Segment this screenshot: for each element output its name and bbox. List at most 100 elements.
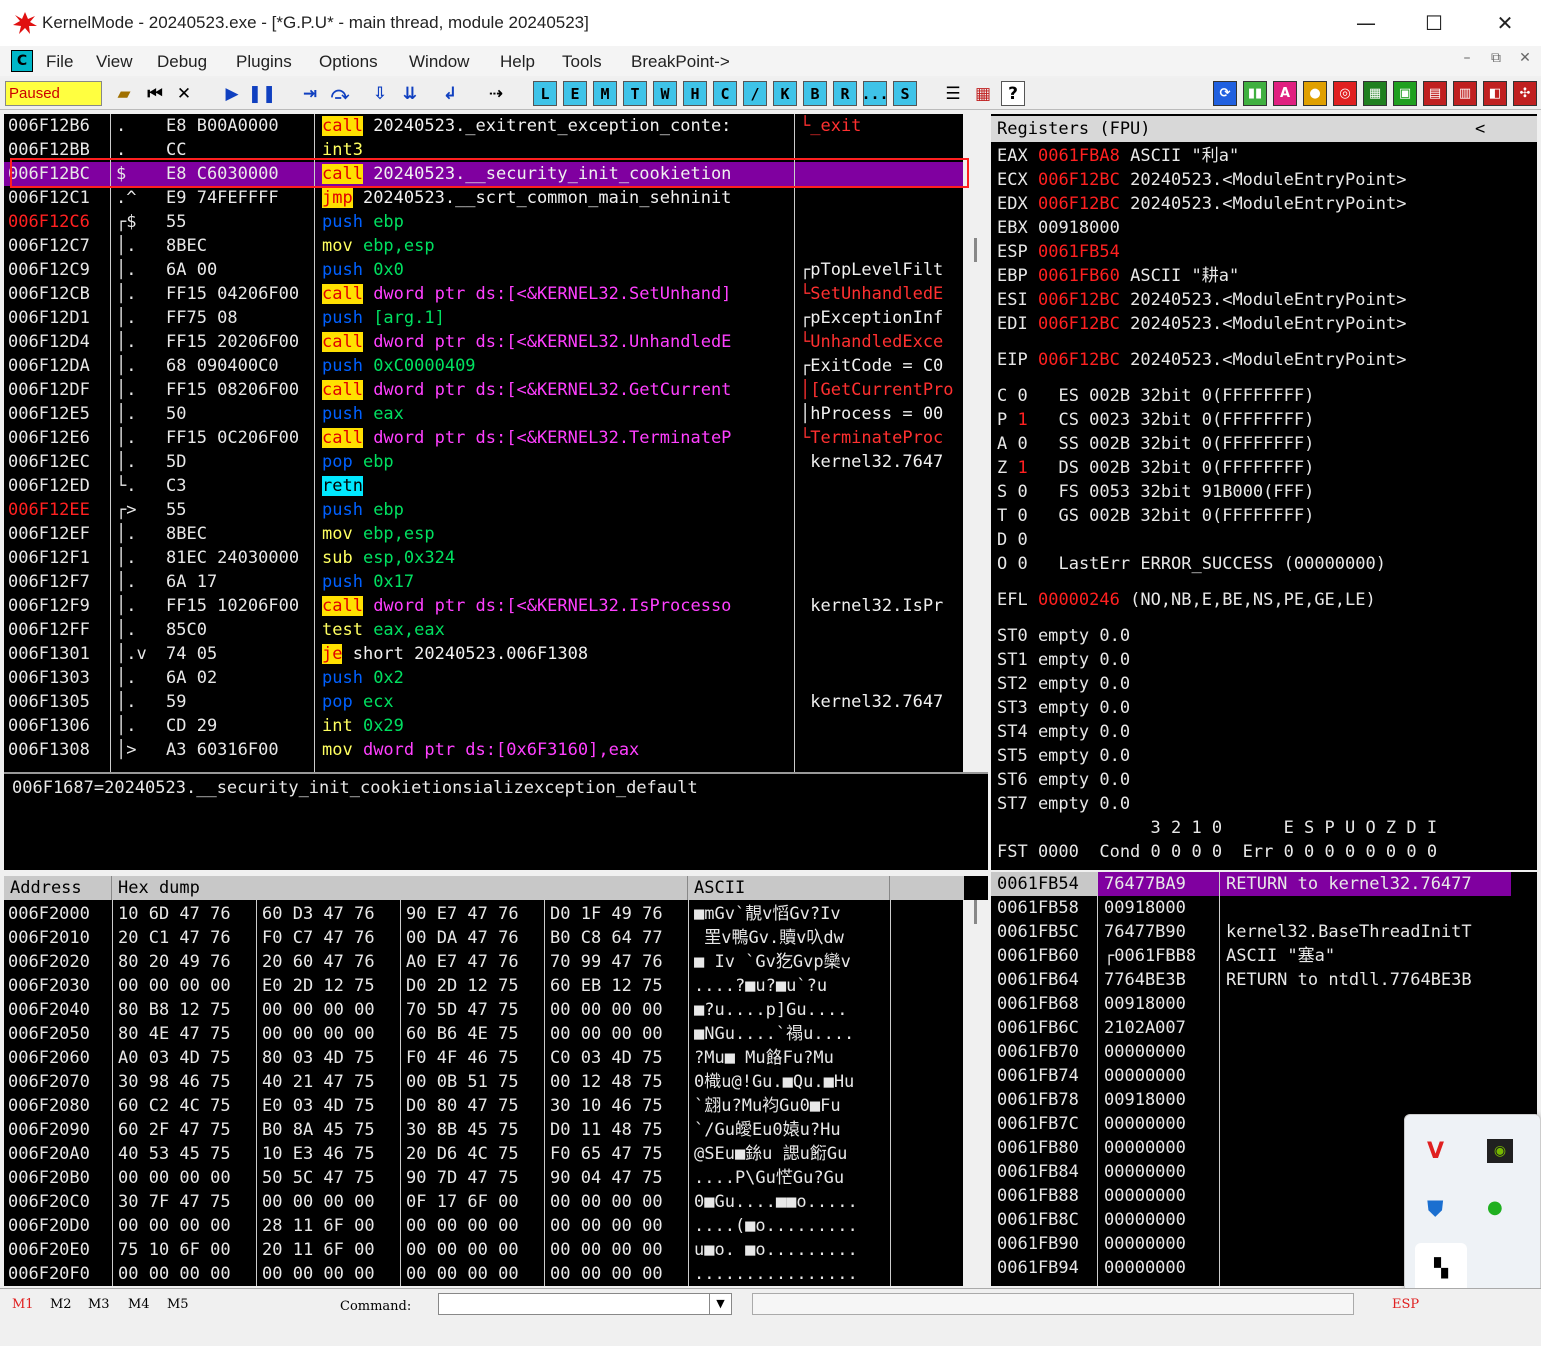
dump-row[interactable]: 006F2060 A0 03 4D 75 80 03 4D 75 F0 4F 46 7…	[4, 1046, 963, 1070]
register-row[interactable]: EDI 006F12BC 20240523.<ModuleEntryPoint>	[997, 312, 1406, 336]
cpu-window-button[interactable]: C	[713, 81, 737, 106]
register-row[interactable]: EAX 0061FBA8 ASCII "利a"	[997, 144, 1239, 168]
close-process-icon[interactable]: ✕	[172, 81, 196, 106]
disassembly-pane[interactable]: 006F12B6. E8 B00A0000 call 20240523._exitr…	[4, 114, 988, 772]
flag-row[interactable]: D 0	[997, 528, 1058, 552]
fpu-st-row[interactable]: ST6 empty 0.0	[997, 768, 1130, 792]
fst-row[interactable]: FST 0000 Cond 0 0 0 0 Err 0 0 0 0 0 0 0 …	[997, 840, 1437, 864]
plugin-two-icon[interactable]: ▮▮	[1243, 81, 1267, 106]
flag-row[interactable]: P 1 CS 0023 32bit 0(FFFFFFFF)	[997, 408, 1314, 432]
disasm-row[interactable]: 006F1305 │. 59 pop ecx kernel32.7647	[4, 690, 963, 714]
mtab-m1[interactable]: M1	[12, 1297, 34, 1312]
command-input[interactable]: ▼	[438, 1293, 732, 1315]
wps-icon[interactable]: V	[1427, 1139, 1455, 1164]
menu-view[interactable]: View	[96, 52, 133, 72]
step-into-icon[interactable]: ⇥	[298, 81, 322, 106]
dump-row[interactable]: 006F20E0 75 10 6F 00 20 11 6F 00 00 00 00 0…	[4, 1238, 963, 1262]
register-value[interactable]: 006F12BC	[1038, 314, 1120, 334]
mtab-m3[interactable]: M3	[88, 1297, 110, 1312]
goto-icon[interactable]: ⇢	[484, 81, 508, 106]
fpu-st-row[interactable]: ST0 empty 0.0	[997, 624, 1130, 648]
fpu-st-row[interactable]: ST2 empty 0.0	[997, 672, 1130, 696]
dump-scroll-thumb[interactable]	[974, 900, 977, 924]
disasm-row[interactable]: 006F12EC │. 5D pop ebp kernel32.7647	[4, 450, 963, 474]
flag-value[interactable]: 1	[1018, 410, 1028, 430]
flag-value[interactable]: 0	[1018, 482, 1028, 502]
dump-row[interactable]: 006F2080 60 C2 4C 75 E0 03 4D 75 D0 80 47 7…	[4, 1094, 963, 1118]
flag-value[interactable]: 0	[1018, 386, 1028, 406]
stack-row[interactable]: 0061FB78 00918000	[991, 1088, 1511, 1112]
registers-collapse-button[interactable]: <	[1475, 116, 1485, 142]
handles-window-button[interactable]: H	[683, 81, 707, 106]
fpu-st-row[interactable]: ST7 empty 0.0	[997, 792, 1130, 816]
list-icon[interactable]: ☰	[941, 81, 965, 106]
dump-row[interactable]: 006F20F0 00 00 00 00 00 00 00 00 00 00 00 0…	[4, 1262, 963, 1286]
disasm-scrollbar[interactable]	[963, 114, 988, 772]
disasm-row[interactable]: 006F12D4 │. FF15 20206F00 call dword ptr ds…	[4, 330, 963, 354]
breakpoints-window-button[interactable]: B	[803, 81, 827, 106]
stack-row[interactable]: 0061FB64 7764BE3B RETURN to ntdll.7764BE3B	[991, 968, 1511, 992]
mtab-m2[interactable]: M2	[50, 1297, 72, 1312]
disasm-row[interactable]: 006F12F9 │. FF15 10206F00 call dword ptr ds…	[4, 594, 963, 618]
register-value[interactable]: 0061FB60	[1038, 266, 1120, 286]
plugin-screen-icon[interactable]: ▣	[1393, 81, 1417, 106]
register-value[interactable]: 006F12BC	[1038, 290, 1120, 310]
log-window-button[interactable]: L	[533, 81, 557, 106]
disasm-row[interactable]: 006F12F7 │. 6A 17 push 0x17	[4, 570, 963, 594]
disasm-row[interactable]: 006F12F1 │. 81EC 24030000 sub esp,0x324	[4, 546, 963, 570]
dump-address-header[interactable]: Address	[4, 876, 112, 900]
threads-window-button[interactable]: T	[623, 81, 647, 106]
register-row[interactable]: ESP 0061FB54	[997, 240, 1120, 264]
register-value[interactable]: 006F12BC	[1038, 170, 1120, 190]
register-row[interactable]: EBP 0061FB60 ASCII "耕a"	[997, 264, 1239, 288]
menu-help[interactable]: Help	[500, 52, 535, 72]
flag-row[interactable]: S 0 FS 0053 32bit 91B000(FFF)	[997, 480, 1314, 504]
plugin-box-icon[interactable]: ▤	[1423, 81, 1447, 106]
wechat-icon[interactable]: ●	[1487, 1197, 1513, 1223]
dump-scrollbar[interactable]	[963, 900, 988, 1286]
plugin-chip-icon[interactable]: ▦	[1363, 81, 1387, 106]
dump-row[interactable]: 006F2070 30 98 46 75 40 21 47 75 00 0B 51 7…	[4, 1070, 963, 1094]
register-row[interactable]: EBX 00918000	[997, 216, 1120, 240]
esp-label[interactable]: ESP	[1392, 1297, 1419, 1312]
dump-pane[interactable]: Address Hex dump ASCII 006F2000 10 6D 47 …	[4, 876, 988, 1286]
disasm-row[interactable]: 006F12E5 │. 50 push eax │hProcess = 00	[4, 402, 963, 426]
disasm-row[interactable]: 006F1308 │> A3 60316F00 mov dword ptr ds:[0…	[4, 738, 963, 762]
source-window-button[interactable]: S	[893, 81, 917, 106]
register-value[interactable]: 0061FBA8	[1038, 146, 1120, 166]
flag-value[interactable]: 1	[1018, 458, 1028, 478]
flag-row[interactable]: O 0 LastErr ERROR_SUCCESS (00000000)	[997, 552, 1386, 576]
plugin-circle-icon[interactable]: ●	[1303, 81, 1327, 106]
nvidia-icon[interactable]: ◉	[1487, 1139, 1513, 1163]
fpu-st-row[interactable]: ST5 empty 0.0	[997, 744, 1130, 768]
register-value[interactable]: 00918000	[1038, 218, 1120, 238]
disasm-row[interactable]: 006F12E6 │. FF15 0C206F00 call dword ptr ds…	[4, 426, 963, 450]
register-value[interactable]: 006F12BC	[1038, 350, 1120, 370]
stack-row[interactable]: 0061FB68 00918000	[991, 992, 1511, 1016]
windows-window-button[interactable]: W	[653, 81, 677, 106]
mtab-m4[interactable]: M4	[128, 1297, 150, 1312]
fpu-st-row[interactable]: ST3 empty 0.0	[997, 696, 1130, 720]
menu-options[interactable]: Options	[319, 52, 378, 72]
dump-row[interactable]: 006F20B0 00 00 00 00 50 5C 47 75 90 7D 47 7…	[4, 1166, 963, 1190]
registers-pane[interactable]: Registers (FPU) < EAX 0061FBA8 ASCII "利a…	[991, 114, 1537, 870]
minimize-button[interactable]: —	[1346, 8, 1386, 38]
chevron-down-icon[interactable]: ▼	[709, 1294, 731, 1314]
register-row[interactable]: ECX 006F12BC 20240523.<ModuleEntryPoint>	[997, 168, 1406, 192]
fpu-st-row[interactable]: ST1 empty 0.0	[997, 648, 1130, 672]
close-button[interactable]: ✕	[1485, 8, 1525, 38]
disasm-row[interactable]: 006F12B6. E8 B00A0000 call 20240523._exitr…	[4, 114, 963, 138]
stack-row[interactable]: 0061FB6C 2102A007	[991, 1016, 1511, 1040]
references-window-button[interactable]: R	[833, 81, 857, 106]
efl-row[interactable]: EFL 00000246 (NO,NB,E,BE,NS,PE,GE,LE)	[997, 588, 1376, 612]
disasm-scroll-thumb[interactable]	[974, 238, 977, 262]
plugin-target-icon[interactable]: ◎	[1333, 81, 1357, 106]
disasm-row[interactable]: 006F1303 │. 6A 02 push 0x2	[4, 666, 963, 690]
flag-row[interactable]: A 0 SS 002B 32bit 0(FFFFFFFF)	[997, 432, 1314, 456]
disasm-row[interactable]: 006F12D1 │. FF75 08 push [arg.1] ┌pException…	[4, 306, 963, 330]
dump-row[interactable]: 006F20A0 40 53 45 75 10 E3 46 75 20 D6 4C 7…	[4, 1142, 963, 1166]
dump-hex-header[interactable]: Hex dump	[112, 876, 688, 900]
dump-row[interactable]: 006F2050 80 4E 47 75 00 00 00 00 60 B6 4E 7…	[4, 1022, 963, 1046]
stack-row[interactable]: 0061FB70 00000000	[991, 1040, 1511, 1064]
disasm-row[interactable]: 006F12C9 │. 6A 00 push 0x0 ┌pTopLevelFilt	[4, 258, 963, 282]
